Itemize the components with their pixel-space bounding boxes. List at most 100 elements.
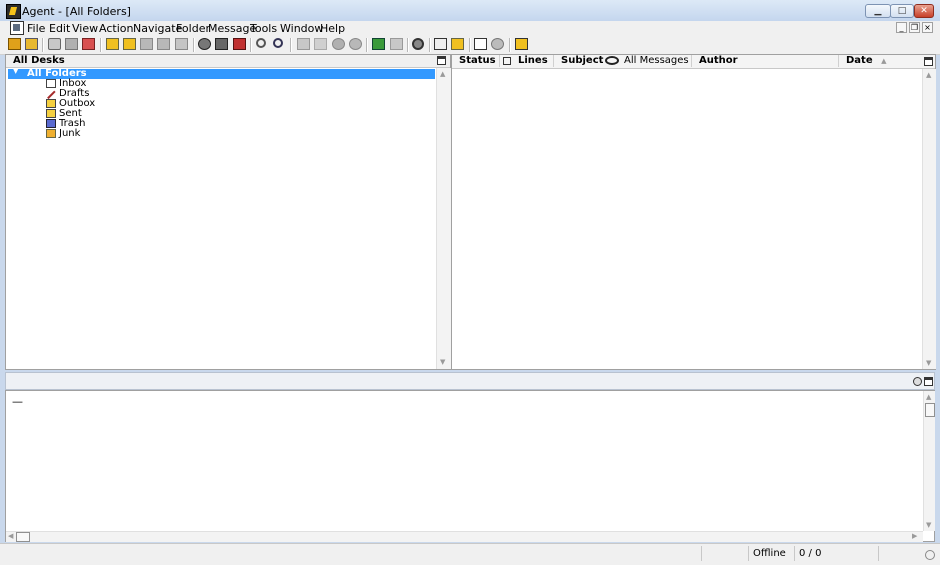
status-bar: Offline 0 / 0 (0, 543, 940, 565)
column-lines[interactable]: Lines (500, 55, 554, 67)
scroll-up-icon[interactable]: ▲ (926, 71, 931, 79)
minimize-button[interactable]: ▁ (865, 4, 891, 18)
options-icon[interactable] (412, 38, 424, 50)
get-headers-icon[interactable] (48, 38, 61, 50)
title-bar: Agent - [All Folders] ▁ □ ✕ (0, 0, 940, 22)
folder-pane: All Desks All Folders Inbox Drafts Outbo… (5, 54, 451, 370)
cut-thread-icon[interactable] (314, 38, 327, 50)
scroll-up-icon[interactable]: ▲ (440, 70, 445, 78)
toolbar-separator (366, 38, 368, 52)
scroll-thumb[interactable] (16, 532, 30, 542)
maximize-button[interactable]: □ (890, 4, 914, 18)
column-lines-label: Lines (518, 55, 548, 66)
status-cell-empty (701, 546, 749, 561)
pane-maximize-icon[interactable] (924, 57, 933, 66)
help-icon[interactable] (515, 38, 528, 50)
status-cell-extra (878, 546, 923, 561)
mdi-minimize-button[interactable]: _ (896, 22, 907, 33)
next-icon[interactable] (140, 38, 153, 50)
get-bodies-icon[interactable] (65, 38, 78, 50)
menu-message[interactable]: Message (208, 22, 256, 35)
restore-icon: ❐ (910, 23, 919, 32)
folder-pane-scrollbar[interactable]: ▲ ▼ (436, 68, 451, 369)
folder-label: Junk (59, 128, 81, 139)
resize-grip-icon[interactable] (925, 550, 935, 560)
thread-down-icon[interactable] (297, 38, 310, 50)
preview-text: — (12, 395, 23, 408)
menu-help[interactable]: Help (320, 22, 345, 35)
agent-app-icon (6, 4, 21, 19)
folder-tree: All Folders Inbox Drafts Outbox Sent Tra… (6, 67, 436, 369)
forward-icon[interactable] (106, 38, 119, 50)
collapse-icon[interactable] (13, 67, 20, 77)
globe-icon[interactable] (491, 38, 504, 50)
scroll-up-icon[interactable]: ▲ (926, 393, 931, 401)
find-next-icon[interactable] (273, 38, 283, 48)
reply-icon[interactable] (25, 38, 38, 50)
scroll-down-icon[interactable]: ▼ (926, 359, 931, 367)
redirect-icon[interactable] (123, 38, 136, 50)
mdi-restore-button[interactable]: ❐ (909, 22, 920, 33)
column-author[interactable]: Author (692, 55, 839, 67)
menu-file[interactable]: File (27, 22, 45, 35)
toolbar-separator (429, 38, 431, 52)
binoculars-icon (605, 56, 619, 65)
close-button[interactable]: ✕ (914, 4, 934, 18)
mdi-close-button[interactable]: × (922, 22, 933, 33)
column-status[interactable]: Status (452, 55, 500, 67)
toolbar-separator (42, 38, 44, 52)
column-date-label: Date (846, 55, 873, 66)
scroll-down-icon[interactable]: ▼ (440, 358, 445, 366)
column-date[interactable]: Date ▲ (839, 55, 922, 67)
mark-read-icon[interactable] (82, 38, 95, 50)
skip-icon[interactable] (175, 38, 188, 50)
preview-splitter[interactable] (5, 372, 935, 390)
sync-icon[interactable] (198, 38, 211, 50)
status-message-count: 0 / 0 (794, 546, 879, 561)
offline-icon[interactable] (390, 38, 403, 50)
column-subject[interactable]: Subject (554, 55, 603, 67)
purge-icon[interactable] (233, 38, 246, 50)
scroll-thumb[interactable] (925, 403, 935, 417)
watch-icon[interactable] (332, 38, 345, 50)
message-filter[interactable]: All Messages (602, 55, 692, 67)
junk-icon (46, 129, 56, 138)
minimize-icon: _ (899, 23, 904, 32)
toolbar-separator (100, 38, 102, 52)
scroll-right-icon[interactable]: ▶ (912, 532, 917, 540)
search-icon[interactable] (256, 38, 266, 48)
menu-edit[interactable]: Edit (49, 22, 70, 35)
menu-window[interactable]: Window (280, 22, 323, 35)
scroll-down-icon[interactable]: ▼ (926, 521, 931, 529)
toolbar (0, 36, 940, 55)
folder-pane-title: All Desks (13, 55, 65, 66)
drafts-pencil-icon (46, 89, 56, 100)
close-icon: × (924, 23, 931, 32)
flag-column-icon (503, 57, 511, 65)
preview-options-icon[interactable] (913, 377, 922, 386)
filter-label: All Messages (624, 55, 689, 66)
scroll-left-icon[interactable]: ◀ (8, 532, 13, 540)
pane-maximize-icon[interactable] (924, 377, 933, 386)
sort-ascending-icon: ▲ (881, 57, 887, 65)
preview-horizontal-scrollbar[interactable]: ◀ ▶ (6, 531, 923, 542)
menu-folder[interactable]: Folder (176, 22, 210, 35)
open-folder-icon[interactable] (451, 38, 464, 50)
next-unread-icon[interactable] (157, 38, 170, 50)
menu-view[interactable]: View (72, 22, 98, 35)
menu-tools[interactable]: Tools (250, 22, 277, 35)
ignore-icon[interactable] (349, 38, 362, 50)
menu-navigate[interactable]: Navigate (133, 22, 182, 35)
toolbar-separator (407, 38, 409, 52)
document-menu-icon[interactable] (10, 21, 24, 35)
pane-maximize-icon[interactable] (437, 56, 446, 65)
online-icon[interactable] (372, 38, 385, 50)
menu-action[interactable]: Action (99, 22, 133, 35)
windows-icon[interactable] (434, 38, 447, 50)
send-receive-icon[interactable] (215, 38, 228, 50)
toolbar-separator (250, 38, 252, 52)
layout-icon[interactable] (474, 38, 487, 50)
message-list-scrollbar[interactable]: ▲ ▼ (922, 69, 936, 369)
new-post-icon[interactable] (8, 38, 21, 50)
preview-vertical-scrollbar[interactable]: ▲ ▼ (923, 391, 935, 531)
